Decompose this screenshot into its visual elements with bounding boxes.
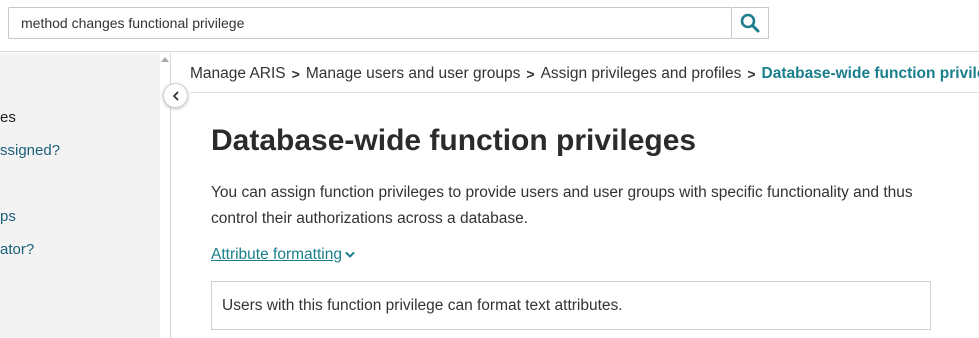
breadcrumb-separator: >: [291, 66, 300, 82]
attribute-formatting-expander[interactable]: Attribute formatting: [211, 246, 355, 264]
search-icon: [740, 13, 760, 33]
sidebar-item-link[interactable]: ator?: [0, 241, 34, 258]
sidebar-item-link[interactable]: ps: [0, 208, 16, 225]
breadcrumb-separator: >: [526, 66, 535, 82]
info-box: Users with this function privilege can f…: [211, 281, 931, 330]
page-title: Database-wide function privileges: [211, 124, 697, 157]
sidebar-item-link[interactable]: ssigned?: [0, 142, 60, 159]
breadcrumb-item[interactable]: Manage users and user groups: [306, 65, 521, 83]
breadcrumb-current: Database-wide function privile: [761, 65, 979, 82]
sidebar-item-current[interactable]: es: [0, 109, 16, 126]
breadcrumb-item[interactable]: Manage ARIS: [190, 65, 286, 83]
chevron-down-icon: [345, 251, 355, 259]
intro-paragraph: You can assign function privileges to pr…: [211, 184, 913, 227]
collapse-sidebar-button[interactable]: [163, 83, 188, 108]
top-bar: [0, 0, 979, 52]
scroll-up-arrow-icon[interactable]: [161, 57, 169, 62]
breadcrumb-separator: >: [747, 66, 756, 82]
info-text: Users with this function privilege can f…: [222, 296, 623, 314]
chevron-left-icon: [172, 91, 178, 100]
search-input[interactable]: [8, 7, 732, 39]
breadcrumb: Manage ARIS > Manage users and user grou…: [190, 63, 979, 85]
breadcrumb-item[interactable]: Assign privileges and profiles: [541, 65, 742, 83]
expander-label: Attribute formatting: [211, 246, 342, 263]
breadcrumb-divider: [190, 92, 979, 93]
search-button[interactable]: [732, 7, 769, 39]
sidebar: es ssigned? ps ator?: [0, 53, 160, 338]
